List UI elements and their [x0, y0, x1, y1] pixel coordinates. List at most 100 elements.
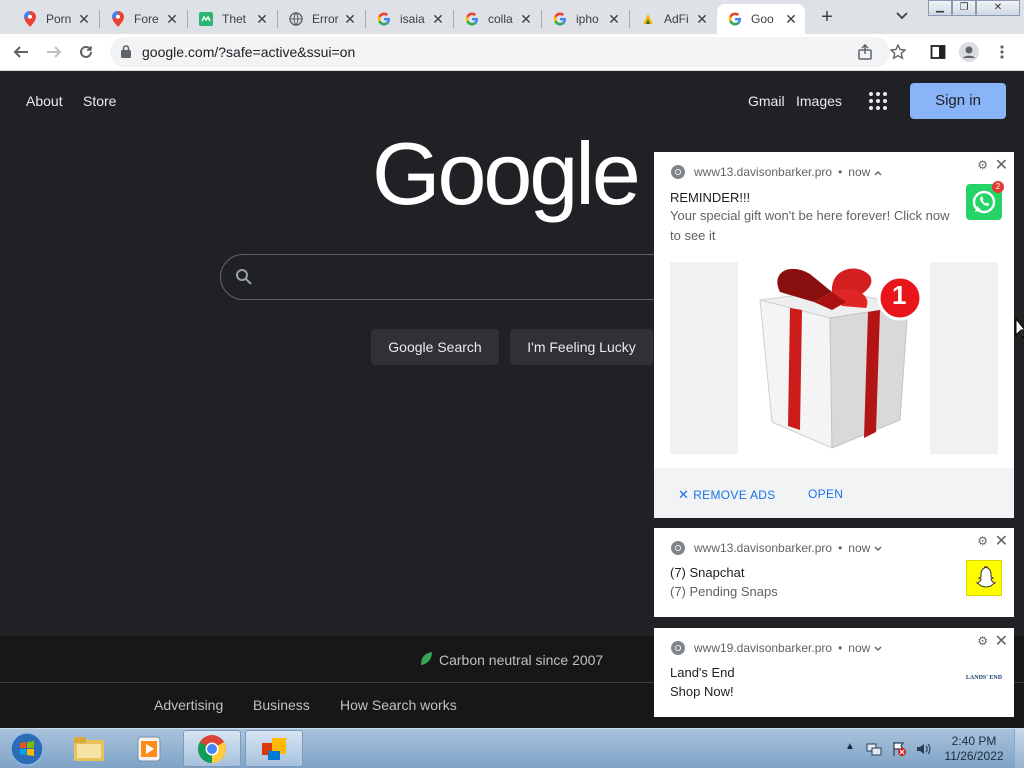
- open-button[interactable]: OPEN: [808, 487, 843, 501]
- tab-search-chevron-icon[interactable]: [895, 8, 915, 26]
- chrome-icon: [670, 540, 686, 556]
- notification-body: Shop Now!: [670, 684, 734, 699]
- close-icon[interactable]: ✕: [995, 531, 1008, 551]
- chrome-icon: [670, 164, 686, 180]
- globe-icon: [288, 11, 304, 27]
- side-panel-icon[interactable]: [928, 42, 948, 62]
- tab-close-icon[interactable]: ✕: [606, 11, 622, 27]
- notification-body: Your special gift won't be here forever!…: [670, 208, 950, 243]
- close-window-button[interactable]: ✕: [976, 0, 1020, 16]
- chevron-down-icon[interactable]: [874, 641, 882, 655]
- tab-close-icon[interactable]: ✕: [783, 11, 799, 27]
- snapchat-ghost-icon: [966, 560, 1002, 596]
- tab-isaia[interactable]: isaia ✕: [366, 4, 452, 34]
- show-hidden-icons-arrow-icon[interactable]: ▲: [845, 741, 861, 757]
- gift-badge-number: 1: [892, 280, 907, 310]
- lock-icon[interactable]: [121, 45, 131, 63]
- tab-close-icon[interactable]: ✕: [254, 11, 270, 27]
- restore-button[interactable]: ❐: [952, 0, 976, 16]
- about-link[interactable]: About: [26, 93, 63, 109]
- notification-body: (7) Pending Snaps: [670, 584, 778, 599]
- google-logo: Google: [372, 124, 641, 223]
- tab-close-icon[interactable]: ✕: [76, 11, 92, 27]
- reload-icon[interactable]: [76, 42, 96, 62]
- feeling-lucky-button[interactable]: I'm Feeling Lucky: [510, 329, 653, 365]
- settings-gear-icon[interactable]: ⚙: [977, 634, 988, 648]
- media-player-taskbar-button[interactable]: [120, 730, 178, 767]
- tab-title: Thet: [222, 12, 247, 26]
- tab-title: Goo: [751, 12, 774, 26]
- new-tab-plus-icon[interactable]: +: [815, 6, 839, 30]
- tab-title: ipho: [576, 12, 599, 26]
- how-search-works-link[interactable]: How Search works: [340, 697, 457, 713]
- google-search-button[interactable]: Google Search: [371, 329, 499, 365]
- media-player-icon: [137, 736, 161, 761]
- address-bar[interactable]: google.com/?safe=active&ssui=on: [110, 37, 890, 67]
- action-center-flag-icon[interactable]: [891, 741, 907, 757]
- tab-adfi[interactable]: AdFi ✕: [630, 4, 716, 34]
- sign-in-button[interactable]: Sign in: [910, 83, 1006, 119]
- chevron-up-icon[interactable]: [874, 165, 882, 179]
- chevron-down-icon[interactable]: [874, 541, 882, 555]
- file-explorer-taskbar-button[interactable]: [60, 730, 118, 767]
- settings-gear-icon[interactable]: ⚙: [977, 534, 988, 548]
- share-icon[interactable]: [857, 43, 873, 65]
- minimize-button[interactable]: ▁: [928, 0, 952, 16]
- tab-close-icon[interactable]: ✕: [518, 11, 534, 27]
- google-maps-pin-icon: [110, 11, 126, 27]
- settings-gear-icon[interactable]: ⚙: [977, 158, 988, 172]
- tab-title: colla: [488, 12, 513, 26]
- remove-ads-button[interactable]: ✕ REMOVE ADS: [678, 487, 776, 503]
- whatsapp-badge: 2: [992, 181, 1004, 193]
- forward-arrow-icon[interactable]: [44, 42, 64, 62]
- tab-porn[interactable]: Porn ✕: [12, 4, 98, 34]
- profile-avatar-icon[interactable]: [959, 42, 979, 62]
- tab-google-active[interactable]: Goo ✕: [717, 4, 805, 34]
- system-clock[interactable]: 2:40 PM 11/26/2022: [936, 734, 1012, 764]
- bookmark-star-icon[interactable]: [888, 42, 908, 62]
- search-icon: [235, 268, 253, 291]
- chrome-taskbar-button[interactable]: [183, 730, 241, 767]
- show-desktop-button[interactable]: [1014, 729, 1024, 768]
- notification-header: www19.davisonbarker.pro • now: [670, 640, 882, 656]
- volume-speaker-icon[interactable]: [915, 741, 931, 757]
- tab-fore[interactable]: Fore ✕: [100, 4, 186, 34]
- notification-snapchat[interactable]: www13.davisonbarker.pro • now ⚙ ✕ (7) Sn…: [654, 528, 1014, 617]
- start-button[interactable]: [0, 730, 54, 767]
- tab-ipho[interactable]: ipho ✕: [542, 4, 628, 34]
- carbon-neutral-link[interactable]: Carbon neutral since 2007: [420, 651, 603, 669]
- browser-toolbar: google.com/?safe=active&ssui=on: [0, 34, 1024, 71]
- carbon-neutral-text: Carbon neutral since 2007: [439, 652, 604, 668]
- tab-close-icon[interactable]: ✕: [164, 11, 180, 27]
- tab-error[interactable]: Error ✕: [278, 4, 364, 34]
- windows-orb-icon: [10, 731, 44, 766]
- gmail-link[interactable]: Gmail: [748, 93, 785, 109]
- separator-dot: •: [838, 165, 843, 179]
- tab-thet[interactable]: Thet ✕: [188, 4, 276, 34]
- images-link[interactable]: Images: [796, 93, 842, 109]
- lands-end-logo: LANDS' END: [965, 675, 1003, 681]
- tab-close-icon[interactable]: ✕: [694, 11, 710, 27]
- tab-close-icon[interactable]: ✕: [430, 11, 446, 27]
- notification-reminder[interactable]: www13.davisonbarker.pro • now ⚙ ✕ REMIND…: [654, 152, 1014, 518]
- back-arrow-icon[interactable]: [11, 42, 31, 62]
- separator-dot: •: [838, 641, 843, 655]
- google-apps-grid-icon[interactable]: [869, 92, 887, 110]
- folder-icon: [74, 736, 104, 761]
- separator-dot: •: [838, 541, 843, 555]
- advertising-link[interactable]: Advertising: [154, 697, 223, 713]
- close-icon[interactable]: ✕: [995, 155, 1008, 175]
- store-link[interactable]: Store: [83, 93, 116, 109]
- google-g-icon: [464, 11, 480, 27]
- tab-close-icon[interactable]: ✕: [342, 11, 358, 27]
- tab-colla[interactable]: colla ✕: [454, 4, 540, 34]
- notification-title: (7) Snapchat: [670, 565, 745, 580]
- chrome-logo-icon: [198, 734, 226, 763]
- office-taskbar-button[interactable]: [245, 730, 303, 767]
- close-icon[interactable]: ✕: [995, 631, 1008, 651]
- network-icon[interactable]: [866, 741, 882, 757]
- more-menu-icon[interactable]: [992, 42, 1012, 62]
- notification-lands-end[interactable]: www19.davisonbarker.pro • now ⚙ ✕ Land's…: [654, 628, 1014, 717]
- business-link[interactable]: Business: [253, 697, 310, 713]
- green-square-icon: [198, 11, 214, 27]
